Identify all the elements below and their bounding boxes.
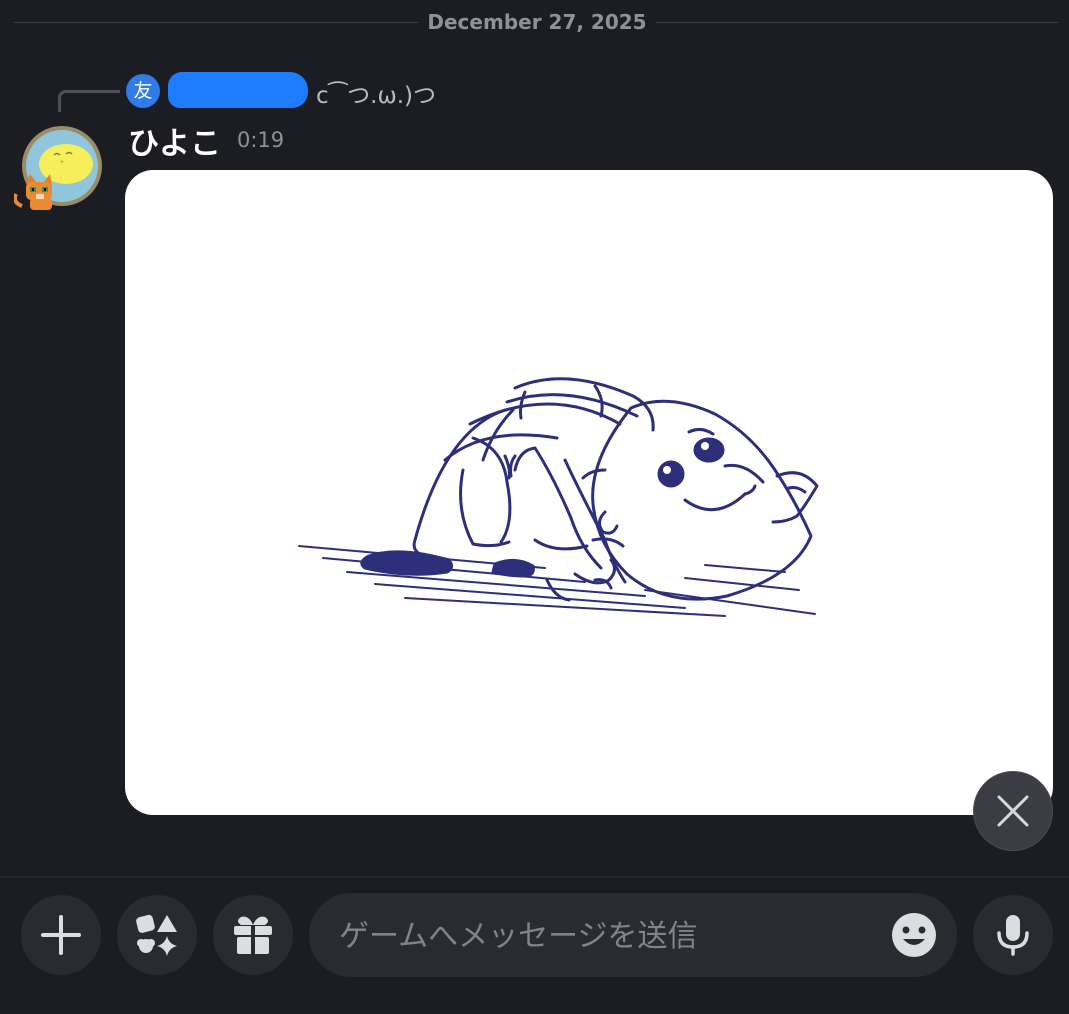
reply-connector [58,90,120,112]
close-button[interactable] [973,771,1053,851]
apps-button[interactable] [117,895,197,975]
add-attachment-button[interactable] [21,895,101,975]
close-icon [997,795,1029,827]
message-input-container[interactable] [309,893,957,977]
plus-icon [41,915,81,955]
date-divider: December 27, 2025 [0,8,1069,38]
emoji-button[interactable] [890,911,938,959]
microphone-icon [997,915,1029,956]
user-avatar[interactable] [12,124,106,216]
apps-icon [136,914,177,956]
composer-divider [0,876,1069,878]
message-author[interactable]: ひよこ [128,118,221,163]
sketch-image [298,377,819,617]
image-attachment[interactable] [125,170,1053,815]
gift-button[interactable] [213,895,293,975]
divider-line-left [14,22,418,23]
date-divider-text: December 27, 2025 [427,10,647,34]
message-timestamp: 0:19 [237,128,285,152]
message-input[interactable] [337,909,881,963]
emoji-icon [892,913,936,957]
reply-preview-text[interactable]: c⁀つ.ω.)つ [316,76,436,110]
divider-line-right [656,22,1058,23]
voice-message-button[interactable] [973,895,1053,975]
reply-avatar[interactable]: 友 [126,74,160,108]
gift-icon [234,916,272,954]
reply-author-redacted [168,72,308,108]
